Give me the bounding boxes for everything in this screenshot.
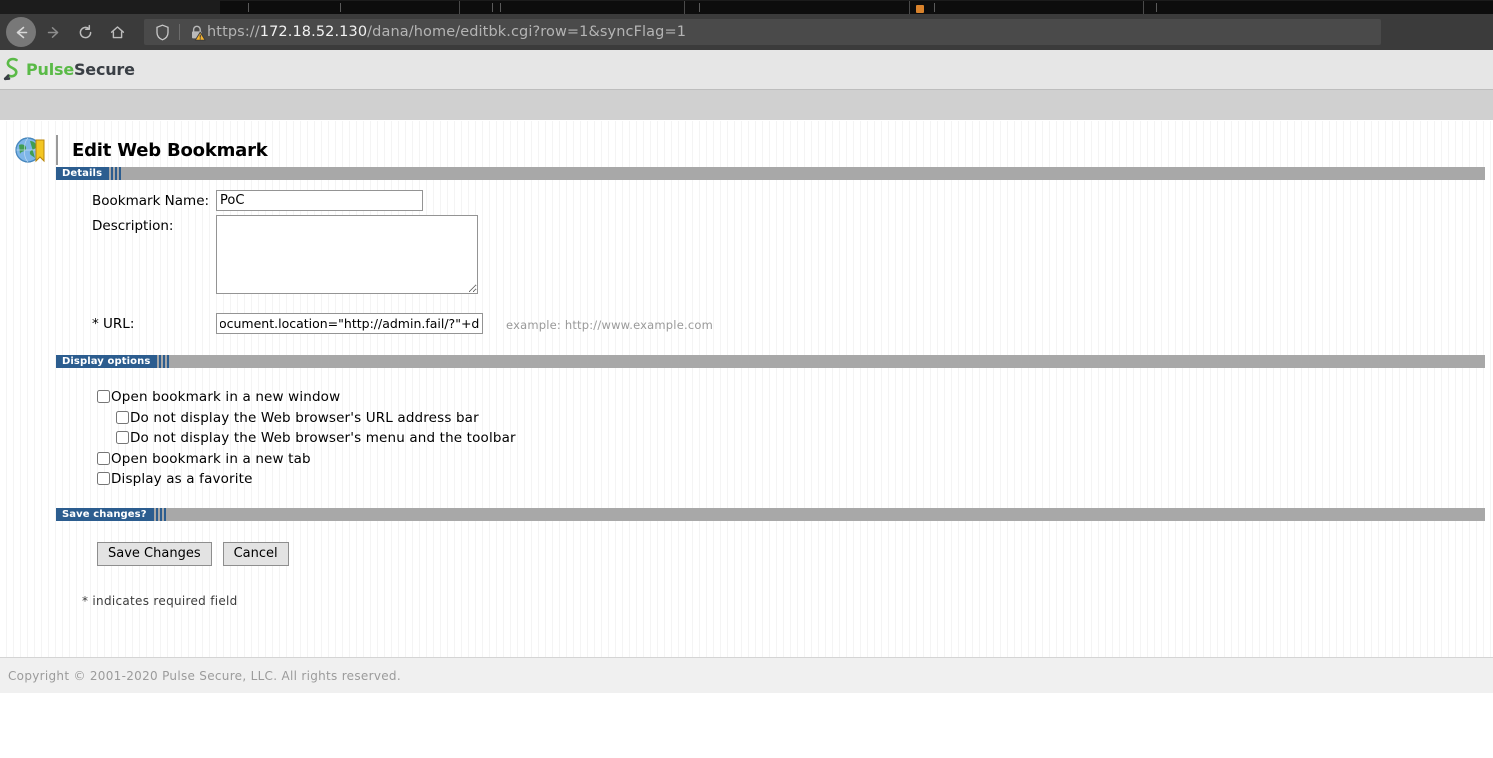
section-label: Details xyxy=(56,167,110,180)
description-label: Description: xyxy=(92,218,174,234)
option-label: Open bookmark in a new tab xyxy=(111,450,311,467)
field-bookmark-name: Bookmark Name: xyxy=(92,190,1493,211)
page-bottom-blank xyxy=(0,693,1493,745)
url-example-hint: example: http://www.example.com xyxy=(506,317,713,332)
address-bar-url[interactable]: https://172.18.52.130/dana/home/editbk.c… xyxy=(207,24,686,40)
insecure-lock-warning-icon[interactable] xyxy=(187,24,207,41)
browser-tab-strip[interactable] xyxy=(0,0,1493,14)
title-divider xyxy=(56,135,58,165)
back-arrow-icon xyxy=(16,26,27,38)
bookmark-name-input[interactable] xyxy=(216,190,423,211)
forward-button[interactable] xyxy=(38,17,68,47)
browser-toolbar: https://172.18.52.130/dana/home/editbk.c… xyxy=(0,14,1493,50)
option-open-new-tab[interactable]: Open bookmark in a new tab xyxy=(97,450,1493,468)
checkbox-hide-menu-toolbar[interactable] xyxy=(116,431,129,444)
save-changes-button[interactable]: Save Changes xyxy=(97,542,212,566)
tab-favicon xyxy=(916,5,924,13)
url-label: * URL: xyxy=(92,316,135,332)
page-title: Edit Web Bookmark xyxy=(72,139,268,161)
brand-secure: Secure xyxy=(73,60,135,79)
home-button[interactable] xyxy=(102,17,132,47)
section-ticks xyxy=(155,508,168,521)
url-input[interactable] xyxy=(216,313,483,334)
url-host: 172.18.52.130 xyxy=(259,24,368,40)
browser-tab[interactable] xyxy=(1144,1,1493,14)
browser-tab-active[interactable] xyxy=(910,1,1144,14)
browser-chrome: https://172.18.52.130/dana/home/editbk.c… xyxy=(0,0,1493,50)
section-header-display-options: Display options xyxy=(56,355,1485,368)
pulse-secure-logo: PulseSecure xyxy=(2,57,135,83)
app-nav-band xyxy=(0,90,1493,121)
option-label: Display as a favorite xyxy=(111,471,253,487)
required-field-note: * indicates required field xyxy=(82,594,238,608)
app-header: PulseSecure xyxy=(0,50,1493,90)
checkbox-open-new-window[interactable] xyxy=(97,390,110,403)
checkbox-display-favorite[interactable] xyxy=(97,472,110,485)
option-display-favorite[interactable]: Display as a favorite xyxy=(97,470,1493,488)
url-path: /dana/home/editbk.cgi?row=1&syncFlag=1 xyxy=(367,24,687,40)
description-textarea[interactable] xyxy=(216,215,478,294)
section-ticks xyxy=(111,167,123,180)
copyright-text: Copyright © 2001-2020 Pulse Secure, LLC.… xyxy=(8,668,401,683)
address-bar[interactable]: https://172.18.52.130/dana/home/editbk.c… xyxy=(144,19,1381,45)
bookmark-name-label: Bookmark Name: xyxy=(92,193,210,209)
section-ticks xyxy=(159,355,171,368)
field-url: * URL: example: http://www.example.com xyxy=(92,313,1493,334)
form-actions: Save Changes Cancel xyxy=(0,521,1493,566)
browser-tab[interactable] xyxy=(685,1,910,14)
shield-icon[interactable] xyxy=(152,24,172,41)
cancel-button[interactable]: Cancel xyxy=(222,542,289,566)
address-bar-divider xyxy=(179,24,180,40)
url-scheme: https:// xyxy=(207,24,260,40)
option-label: Do not display the Web browser's menu an… xyxy=(130,430,516,446)
browser-tab[interactable] xyxy=(460,1,685,14)
section-label: Display options xyxy=(56,355,158,368)
option-label: Do not display the Web browser's URL add… xyxy=(130,409,479,426)
section-header-save-changes: Save changes? xyxy=(56,508,1485,521)
reload-button[interactable] xyxy=(70,17,100,47)
brand-pulse: Pulse xyxy=(26,60,74,79)
checkbox-hide-url-bar[interactable] xyxy=(116,410,129,424)
option-label: Open bookmark in a new window xyxy=(111,389,341,405)
page-body: Edit Web Bookmark Details Bookmark Name:… xyxy=(0,121,1493,657)
page-footer: Copyright © 2001-2020 Pulse Secure, LLC.… xyxy=(0,657,1493,693)
section-label: Save changes? xyxy=(56,508,154,521)
back-button[interactable] xyxy=(6,17,36,47)
option-hide-url-bar[interactable]: Do not display the Web browser's URL add… xyxy=(97,409,1493,427)
page-title-row: Edit Web Bookmark xyxy=(0,121,1493,167)
option-open-new-window[interactable]: Open bookmark in a new window xyxy=(97,388,1493,406)
option-hide-menu-toolbar[interactable]: Do not display the Web browser's menu an… xyxy=(97,429,1493,447)
details-form: Bookmark Name: Description: * URL: examp… xyxy=(0,190,1493,334)
pulse-logo-icon xyxy=(3,57,18,80)
web-bookmark-icon xyxy=(15,137,45,163)
home-icon xyxy=(110,25,124,38)
checkbox-open-new-tab[interactable] xyxy=(97,451,110,465)
display-options-list: Open bookmark in a new window Do not dis… xyxy=(0,368,1493,488)
browser-tab[interactable] xyxy=(220,1,460,14)
forward-arrow-icon xyxy=(47,26,58,38)
section-header-details: Details xyxy=(56,167,1485,180)
reload-icon xyxy=(79,24,91,38)
field-description: Description: xyxy=(92,215,1493,294)
